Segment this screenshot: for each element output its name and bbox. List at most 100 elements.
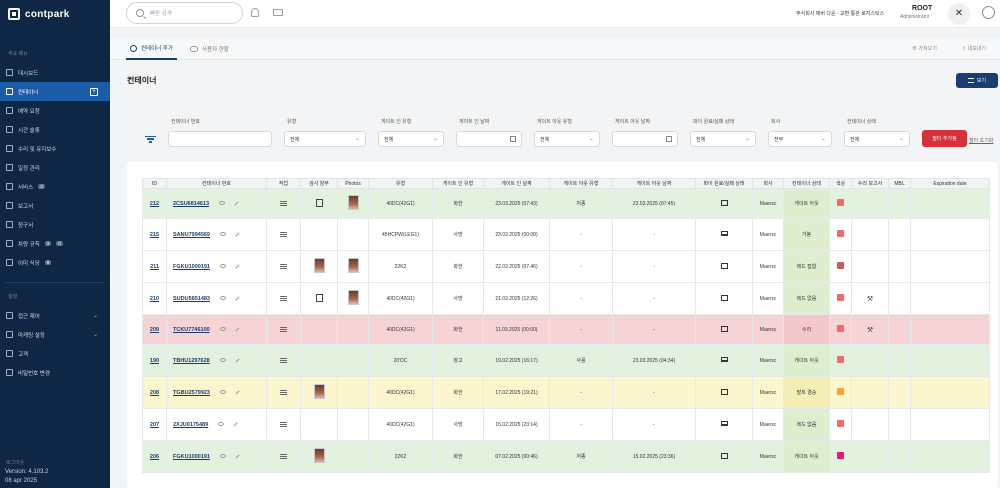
column-header[interactable]: 작업 xyxy=(266,178,301,189)
document-icon[interactable] xyxy=(315,293,323,302)
table-row[interactable]: 208 TGBU2579923 40DC(42G1) 화한 17.02.2025 (19… xyxy=(142,376,990,409)
filter-icon[interactable] xyxy=(145,134,156,143)
photo-thumbnail[interactable] xyxy=(347,290,359,305)
photo-thumbnail[interactable] xyxy=(347,258,359,273)
menu-icon[interactable] xyxy=(269,326,298,333)
table-row[interactable]: 211 FGKU1000191 22K2 화한 22.03.2025 (07:46) - -… xyxy=(142,250,990,283)
bell-icon[interactable] xyxy=(251,8,259,17)
repair-report-icon[interactable] xyxy=(851,440,889,473)
table-row[interactable]: 190 TBHU1297628 20'DC 창고 19.02.2025 (16:17) 사… xyxy=(142,344,990,377)
container-number-link[interactable]: SUDU5851483 xyxy=(173,296,210,302)
menu-icon[interactable] xyxy=(269,263,298,270)
menu-icon[interactable] xyxy=(269,421,298,428)
row-id[interactable]: 212 xyxy=(142,188,167,219)
row-id[interactable]: 209 xyxy=(142,314,167,345)
container-number-link[interactable]: 2XJU0175489 xyxy=(173,422,208,428)
column-header[interactable]: 회사 xyxy=(752,178,784,189)
eye-icon[interactable] xyxy=(219,358,226,363)
container-number-link[interactable]: FGKU1000191 xyxy=(173,264,210,270)
container-number-link[interactable]: SANU7994569 xyxy=(173,232,210,238)
import-link[interactable]: ⊕ 가져오기 xyxy=(912,45,937,52)
repair-report-icon[interactable] xyxy=(851,344,889,377)
table-row[interactable]: 209 TCKU7746100 40DC(42G1) 화한 11.03.2025 (00… xyxy=(142,314,990,345)
column-header[interactable]: Expiration date xyxy=(910,178,990,189)
eye-icon[interactable] xyxy=(219,201,226,206)
eye-icon[interactable] xyxy=(220,390,226,395)
table-row[interactable]: 210 SUDU5851483 40DC(42G1) 사망 21.03.2025 (12… xyxy=(142,282,990,315)
eye-icon[interactable] xyxy=(218,422,225,427)
column-header[interactable]: 게이트 인 날짜 xyxy=(483,178,550,189)
table-row[interactable]: 212 2CSU6814613 40DC(42G1) 화한 23.03.2025 (07… xyxy=(142,188,990,219)
sidebar-item-1[interactable]: 컨테이너 + xyxy=(0,82,110,101)
row-id[interactable]: 190 xyxy=(142,344,167,377)
company-name[interactable]: 주식회사 에버 다운 - 교환 통관 로지스틱스 xyxy=(796,10,884,17)
photo-thumbnail[interactable] xyxy=(347,195,359,210)
repair-report-icon[interactable]: ⚒ xyxy=(851,314,889,345)
menu-icon[interactable] xyxy=(269,389,298,396)
eye-icon[interactable] xyxy=(220,454,226,459)
tab-user-status[interactable]: 사용자 현황 xyxy=(190,38,229,60)
repair-report-icon[interactable] xyxy=(851,188,889,219)
repair-report-icon[interactable] xyxy=(851,376,889,409)
close-button[interactable]: ✕ xyxy=(948,3,970,25)
edit-icon[interactable] xyxy=(235,263,240,269)
settings-item-2[interactable]: 고객 xyxy=(0,344,110,363)
tab-add-container[interactable]: 컨테이너 추가 xyxy=(126,38,177,60)
photo-thumbnail[interactable] xyxy=(313,384,325,399)
repair-report-icon[interactable]: ⚒ xyxy=(851,282,889,315)
logout-link[interactable]: 로그아웃 xyxy=(6,459,24,466)
eye-icon[interactable] xyxy=(219,327,226,332)
filter-field-0[interactable] xyxy=(168,131,272,147)
sidebar-item-8[interactable]: 청구서 xyxy=(0,215,110,234)
eye-icon[interactable] xyxy=(220,264,226,269)
add-container-icon[interactable]: + xyxy=(90,87,98,96)
eye-icon[interactable] xyxy=(220,232,226,237)
container-number-link[interactable]: 2CSU6814613 xyxy=(173,201,209,207)
sidebar-item-10[interactable]: 이미 식당 8 xyxy=(0,253,110,272)
sidebar-item-9[interactable]: 차량 규칙 3 0 xyxy=(0,234,110,253)
container-number-link[interactable]: FGKU1000191 xyxy=(173,454,210,460)
filter-field-2[interactable]: 전체 ⌄ xyxy=(378,131,444,147)
logo[interactable]: contpark xyxy=(0,0,110,28)
column-header[interactable]: 게이트 인 유형 xyxy=(432,178,484,189)
settings-item-0[interactable]: 접근 제어 ⌄ xyxy=(0,306,110,325)
power-icon[interactable] xyxy=(982,6,995,19)
sidebar-item-4[interactable]: 수리 및 유지보수 xyxy=(0,139,110,158)
edit-icon[interactable] xyxy=(234,326,240,332)
row-id[interactable]: 206 xyxy=(142,440,167,473)
container-number-link[interactable]: TBHU1297628 xyxy=(173,358,210,364)
edit-icon[interactable] xyxy=(234,357,240,363)
filter-field-6[interactable]: 전체 ⌄ xyxy=(690,131,756,147)
sidebar-item-0[interactable]: 대시보드 xyxy=(0,63,110,82)
sidebar-item-5[interactable]: 일정 관리 xyxy=(0,158,110,177)
sidebar-item-7[interactable]: 보고서 xyxy=(0,196,110,215)
repair-report-icon[interactable] xyxy=(851,250,889,283)
menu-icon[interactable] xyxy=(269,231,298,238)
edit-icon[interactable] xyxy=(234,200,239,206)
mail-icon[interactable] xyxy=(273,9,283,16)
edit-icon[interactable] xyxy=(235,231,240,237)
photo-thumbnail[interactable] xyxy=(313,448,325,463)
filter-field-7[interactable]: 전부 ⌄ xyxy=(768,131,832,147)
repair-report-icon[interactable] xyxy=(851,218,889,251)
menu-icon[interactable] xyxy=(269,453,298,460)
repair-report-icon[interactable] xyxy=(851,408,889,441)
photo-thumbnail[interactable] xyxy=(313,258,325,273)
row-id[interactable]: 208 xyxy=(142,376,167,409)
sidebar-item-6[interactable]: 서비스 3 xyxy=(0,177,110,196)
edit-icon[interactable] xyxy=(235,295,240,301)
menu-icon[interactable] xyxy=(269,357,298,364)
row-id[interactable]: 207 xyxy=(142,408,167,441)
export-link[interactable]: ⇪ 내보내기 xyxy=(962,45,986,52)
filter-field-3[interactable] xyxy=(456,131,522,147)
column-header[interactable]: 컨테이너 번호 xyxy=(166,178,267,189)
settings-item-3[interactable]: 비밀번호 변경 xyxy=(0,363,110,382)
sidebar-item-2[interactable]: 예약 요청 xyxy=(0,101,110,120)
apply-filter-button[interactable]: 필터 추가됨 xyxy=(922,130,967,147)
edit-icon[interactable] xyxy=(235,389,240,395)
column-header[interactable]: Photos xyxy=(337,178,369,189)
column-header[interactable]: 게이트 아웃 유형 xyxy=(549,178,613,189)
view-dropdown-button[interactable]: 보기 xyxy=(956,73,998,88)
column-header[interactable]: 파이 원료/실패 상태 xyxy=(695,178,753,189)
table-row[interactable]: 206 FGKU1000191 22K2 화한 07.02.2025 (00:46) 처종… xyxy=(142,440,990,473)
